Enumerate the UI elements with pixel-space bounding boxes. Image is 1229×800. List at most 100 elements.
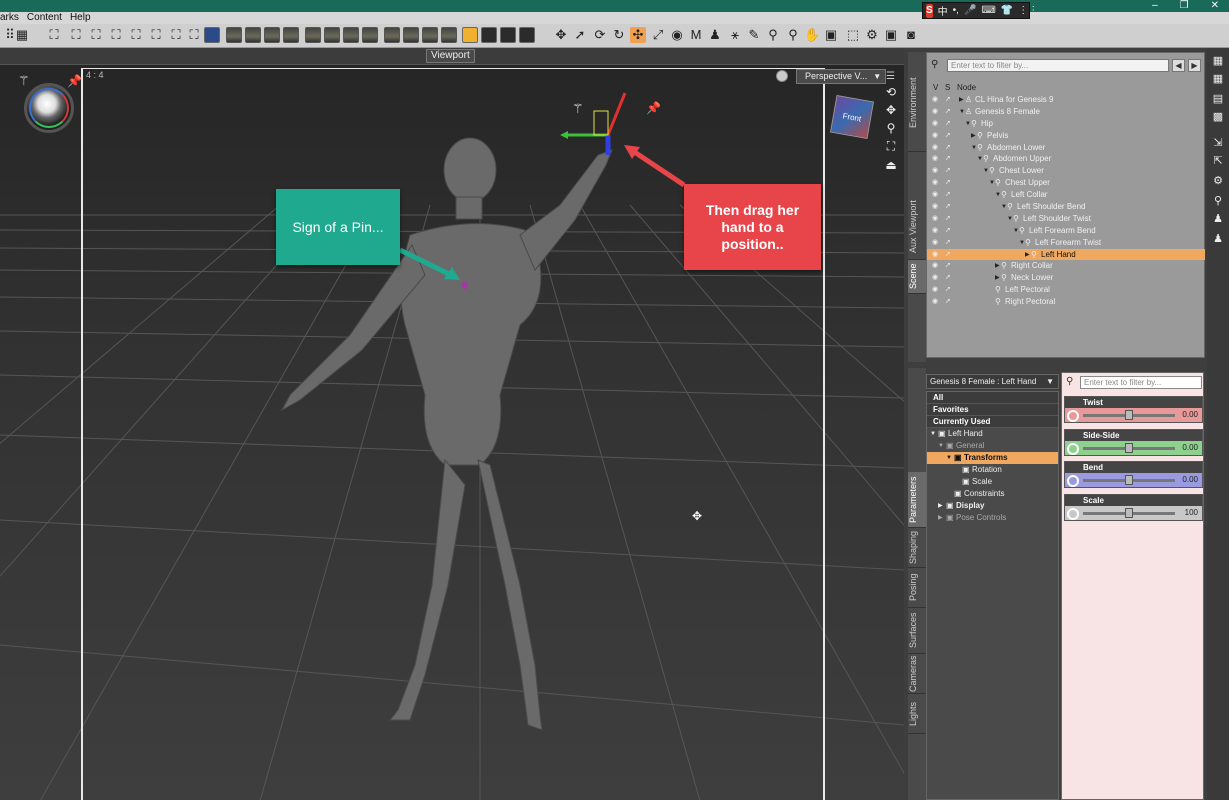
orbit-icon[interactable]: ⟲ xyxy=(883,85,899,99)
slider-knob[interactable] xyxy=(1125,443,1133,453)
zoom-icon[interactable]: ⚲ xyxy=(883,121,899,135)
note-icon[interactable] xyxy=(462,27,478,43)
parameter-group-header[interactable]: Currently Used xyxy=(927,416,1058,428)
rotate-icon[interactable]: ↻ xyxy=(611,27,627,43)
viewport[interactable]: 4 : 4 ⚚ 📌 Perspective V... ▼ ☰ ⟲ ✥ ⚲ ⛶ ⏏… xyxy=(0,64,904,800)
pose-thumb[interactable] xyxy=(403,27,419,43)
render-icon[interactable]: ▣ xyxy=(883,27,899,43)
tools-icon[interactable]: ⚙ xyxy=(1210,174,1226,188)
ime-punct-icon[interactable]: •, xyxy=(953,5,959,16)
selectable-icon[interactable]: ➚ xyxy=(945,237,951,249)
minimize-button[interactable]: – xyxy=(1152,0,1158,12)
selectable-icon[interactable]: ➚ xyxy=(945,284,951,296)
tab-lights[interactable]: Lights xyxy=(908,694,926,734)
render-library-icon[interactable]: ▤ xyxy=(1210,92,1226,106)
scene-prev-button[interactable]: ◀ xyxy=(1172,59,1185,72)
figure-tool-icon[interactable]: ♟ xyxy=(707,27,723,43)
tab-parameters[interactable]: Parameters xyxy=(908,472,926,528)
parameter-group-header[interactable]: All xyxy=(927,392,1058,404)
thumbtack-icon[interactable]: 📌 xyxy=(67,74,82,88)
camera-icon[interactable] xyxy=(776,70,788,82)
scene-tree-row[interactable]: ◉ ➚ ⚲ Right Pectoral xyxy=(927,296,1205,308)
scene-tree-row[interactable]: ◉ ➚ ▼ ⚲ Chest Lower xyxy=(927,165,1205,177)
pose-icon[interactable]: ⚲ xyxy=(1210,194,1226,208)
slider-value[interactable]: 100 xyxy=(1185,508,1198,517)
visibility-icon[interactable]: ◉ xyxy=(932,296,938,308)
scene-next-button[interactable]: ▶ xyxy=(1188,59,1201,72)
pin-icon[interactable]: ⚚ xyxy=(572,101,584,117)
visibility-icon[interactable]: ◉ xyxy=(932,260,938,272)
tab-cameras[interactable]: Cameras xyxy=(908,654,926,694)
slider-value[interactable]: 0.00 xyxy=(1182,410,1198,419)
tab-scene[interactable]: Scene xyxy=(908,260,926,294)
parameter-filter-input[interactable]: Enter text to filter by... xyxy=(1080,376,1202,389)
scene-tree-row[interactable]: ◉ ➚ ⚲ Left Pectoral xyxy=(927,284,1205,296)
content-library-icon[interactable]: ▦ xyxy=(1210,54,1226,68)
pose-thumb[interactable] xyxy=(264,27,280,43)
slider-knob[interactable] xyxy=(1125,475,1133,485)
pose-thumb[interactable] xyxy=(441,27,457,43)
sogou-logo-icon[interactable]: S xyxy=(926,3,933,18)
save-figure-icon[interactable]: ⛶ xyxy=(108,27,124,43)
camera-selector[interactable]: Perspective V... ▼ xyxy=(796,69,887,84)
visibility-icon[interactable]: ◉ xyxy=(932,130,938,142)
import-icon[interactable]: ⇲ xyxy=(1210,136,1226,150)
pose-thumb[interactable] xyxy=(362,27,378,43)
parameter-tree-item[interactable]: ▼ ▣ General xyxy=(927,440,1058,452)
pose-thumb[interactable] xyxy=(384,27,400,43)
visibility-icon[interactable]: ◉ xyxy=(932,213,938,225)
scene-tree-row[interactable]: ◉ ➚ ▼ ⚲ Chest Upper xyxy=(927,177,1205,189)
column-node[interactable]: Node xyxy=(957,83,976,93)
ime-grid-icon[interactable]: ⋮⋮ xyxy=(1018,5,1038,16)
slider-knob[interactable] xyxy=(1125,410,1133,420)
tab-aux-viewport[interactable]: Aux Viewport xyxy=(908,194,926,260)
rotate-icon[interactable]: ⟳ xyxy=(592,27,608,43)
expand-toggle-icon[interactable]: ▼ xyxy=(938,440,944,452)
scene-tree-row[interactable]: ◉ ➚ ▼ ♙ Genesis 8 Female xyxy=(927,106,1205,118)
pin-icon[interactable]: ⚚ xyxy=(18,73,30,89)
menu-content[interactable]: Content xyxy=(27,12,62,24)
parameter-tree-item[interactable]: ▶ ▣ Pose Controls xyxy=(927,512,1058,524)
scene-tree-row[interactable]: ◉ ➚ ▶ ⚲ Neck Lower xyxy=(927,272,1205,284)
scene-tree-row[interactable]: ◉ ➚ ▶ ⚲ Right Collar xyxy=(927,260,1205,272)
expand-toggle-icon[interactable]: ▶ xyxy=(938,500,943,512)
parameter-slider[interactable]: Scale 100 xyxy=(1064,494,1203,521)
parameter-group-header[interactable]: Favorites xyxy=(927,404,1058,416)
frame-icon[interactable]: ⛶ xyxy=(883,139,899,154)
reset-icon[interactable]: ⏏ xyxy=(883,158,899,172)
load-figure-icon[interactable]: ⛶ xyxy=(68,27,84,43)
parameter-tree-item[interactable]: ▼ ▣ Left Hand xyxy=(927,428,1058,440)
selectable-icon[interactable]: ➚ xyxy=(945,165,951,177)
selectable-icon[interactable]: ➚ xyxy=(945,225,951,237)
menu-help[interactable]: Help xyxy=(70,12,91,24)
expand-toggle-icon[interactable]: ▶ xyxy=(995,272,1000,284)
visibility-icon[interactable]: ◉ xyxy=(932,237,938,249)
thumbtack-icon[interactable]: 📌 xyxy=(646,101,661,115)
eye-tool-icon[interactable]: ◉ xyxy=(669,27,685,43)
scale-icon[interactable]: ⤢ xyxy=(650,27,666,43)
column-selectable[interactable]: S xyxy=(945,83,950,93)
load-figure-icon[interactable]: ⛶ xyxy=(46,27,62,43)
hand-tool-icon[interactable]: ✋ xyxy=(804,27,820,43)
selectable-icon[interactable]: ➚ xyxy=(945,201,951,213)
expand-toggle-icon[interactable]: ▼ xyxy=(946,452,952,464)
expand-toggle-icon[interactable]: ▶ xyxy=(995,260,1000,272)
visibility-icon[interactable]: ◉ xyxy=(932,94,938,106)
visibility-icon[interactable]: ◉ xyxy=(932,153,938,165)
parameter-tree-item[interactable]: ▣ Scale xyxy=(927,476,1058,488)
weight-tool-icon[interactable]: ✎ xyxy=(746,27,762,43)
slider-value[interactable]: 0.00 xyxy=(1182,475,1198,484)
smart-content-icon[interactable]: ▦ xyxy=(1210,72,1226,86)
visibility-icon[interactable]: ◉ xyxy=(932,189,938,201)
figure-icon[interactable]: ♟ xyxy=(1210,232,1226,246)
parameter-tree-item[interactable]: ▶ ▣ Display xyxy=(927,500,1058,512)
pose-thumb[interactable] xyxy=(422,27,438,43)
pose-thumb[interactable] xyxy=(283,27,299,43)
selectable-icon[interactable]: ➚ xyxy=(945,213,951,225)
close-button[interactable]: ✕ xyxy=(1211,0,1219,12)
selectable-icon[interactable]: ➚ xyxy=(945,296,951,308)
script-icon[interactable] xyxy=(519,27,535,43)
camera-tool-icon[interactable]: ▣ xyxy=(823,27,839,43)
layout-icon[interactable]: ▦ xyxy=(14,27,30,43)
scene-tree-row[interactable]: ◉ ➚ ▼ ⚲ Left Collar xyxy=(927,189,1205,201)
